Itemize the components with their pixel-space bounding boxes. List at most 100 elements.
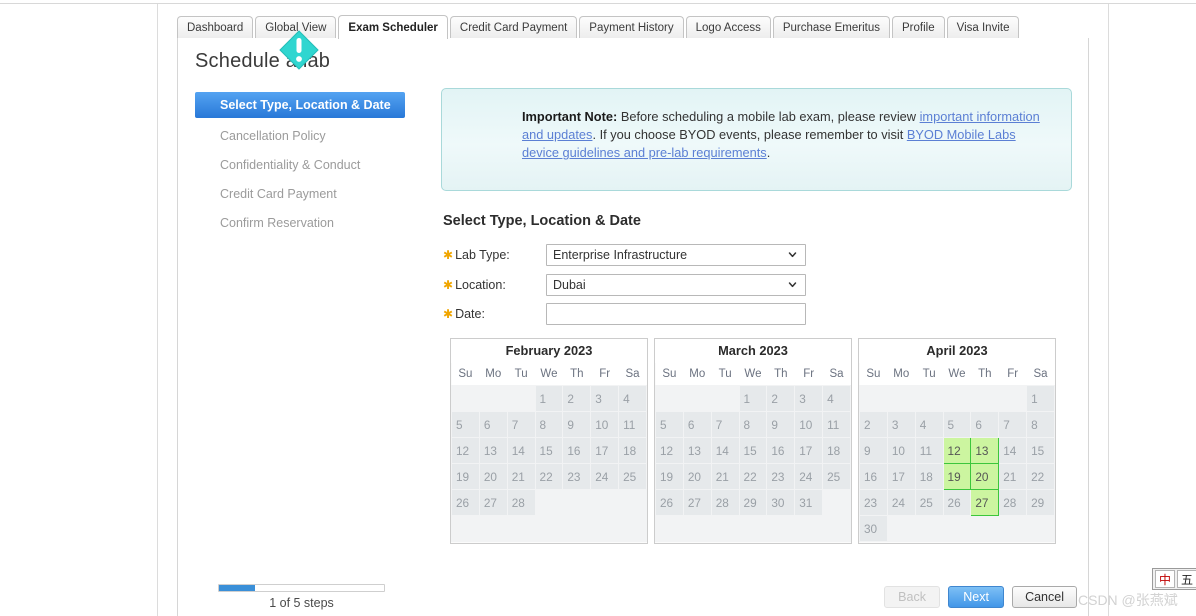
weekday-header: Tu [711,363,740,386]
calendar-day: 24 [886,489,916,516]
lab-type-select[interactable]: Enterprise Infrastructure [546,244,806,266]
weekday-header: We [943,363,971,386]
weekday-header: Fr [998,363,1027,386]
calendar-day-empty [914,515,944,542]
tab-visa-invite[interactable]: Visa Invite [946,16,1020,38]
calendar-day: 6 [970,411,1000,438]
calendar-day: 25 [914,489,944,516]
calendar-day-available[interactable]: 12 [942,437,972,464]
calendar-day: 7 [998,411,1028,438]
calendar-day-empty [534,515,564,542]
calendar-day: 1 [534,385,564,412]
calendar-day: 22 [1026,463,1055,490]
weekday-header: Fr [794,363,823,386]
weekday-header: Th [562,363,591,386]
calendar-day: 10 [886,437,916,464]
calendar-week-row: 26 27 28 29 30 31 [655,489,851,516]
calendar-day: 7 [506,411,536,438]
tab-purchase-emeritus[interactable]: Purchase Emeritus [772,16,891,38]
calendar-day-empty [682,515,712,542]
lab-type-row: ✱ Lab Type: [443,244,555,266]
calendar-day: 22 [534,463,564,490]
calendar-week-row: 26 27 28 [451,489,647,516]
calendar-day-empty [1026,515,1055,542]
calendar-month-0: February 2023 Su Mo Tu We Th Fr Sa 1 2 3 4 5 6 7 8 9 10 11… [450,338,648,544]
calendar-month-2: April 2023 Su Mo Tu We Th Fr Sa 1 2 3 4 5 6 7 8 9 10 11 12 1… [858,338,1056,544]
calendar-day: 16 [562,437,592,464]
weekday-header: Mo [887,363,916,386]
calendar-day-empty [478,385,508,412]
calendar-day: 12 [655,437,684,464]
calendar-day-available[interactable]: 13 [970,437,1000,464]
calendar-day: 28 [710,489,740,516]
step-item-2[interactable]: Confidentiality & Conduct [195,150,405,179]
back-button[interactable]: Back [884,586,941,608]
ime-toolbar[interactable]: 中 五 [1152,568,1196,590]
date-row: ✱ Date: [443,303,555,325]
tab-dashboard[interactable]: Dashboard [177,16,254,38]
calendar-day: 30 [766,489,796,516]
date-label: Date: [455,307,485,321]
calendar-day: 25 [618,463,647,490]
calendar-day-empty [766,515,796,542]
required-marker-date: ✱ [443,307,454,321]
calendar-day-empty [534,489,564,516]
cancel-button[interactable]: Cancel [1012,586,1077,608]
tab-exam-scheduler[interactable]: Exam Scheduler [338,15,448,39]
calendar-day-available[interactable]: 19 [942,463,972,490]
calendar-day-empty [618,489,647,516]
calendar-day: 16 [766,437,796,464]
weekday-header: Sa [1026,363,1055,386]
ime-input-method-cell[interactable]: 五 [1177,570,1196,588]
tab-credit-card-payment[interactable]: Credit Card Payment [449,16,578,38]
calendar-day: 15 [1026,437,1055,464]
calendar-week-row: 19 20 21 22 23 24 25 [655,463,851,490]
ime-mode-cell[interactable]: 中 [1155,570,1175,588]
weekday-header: Sa [618,363,647,386]
calendar-day: 6 [478,411,508,438]
calendar-day-empty [970,515,1000,542]
location-select[interactable]: Dubai [546,274,806,296]
calendar-title: March 2023 [655,339,851,363]
calendar-day: 1 [1026,385,1055,412]
calendar-day: 18 [914,463,944,490]
date-input[interactable] [546,303,806,325]
weekday-header: We [739,363,767,386]
calendar-day-empty [822,489,851,516]
tab-profile[interactable]: Profile [892,16,945,38]
calendar-day: 19 [451,463,480,490]
calendar-day: 25 [822,463,851,490]
calendar-day: 11 [822,411,851,438]
calendar-day: 8 [738,411,768,438]
tab-logo-access[interactable]: Logo Access [685,16,771,38]
calendar-day: 6 [682,411,712,438]
calendar-day: 20 [682,463,712,490]
step-item-3[interactable]: Credit Card Payment [195,179,405,208]
step-item-4[interactable]: Confirm Reservation [195,208,405,237]
calendar-week-row [451,515,647,542]
next-button[interactable]: Next [948,586,1005,608]
calendar-day-available[interactable]: 27 [970,489,1000,516]
step-item-0[interactable]: Select Type, Location & Date [195,92,405,118]
calendar-day-empty [859,385,888,412]
calendar-week-row: 16 17 18 19 20 21 22 [859,463,1055,490]
calendar-week-row: 23 24 25 26 27 28 29 [859,489,1055,516]
calendar-day: 24 [794,463,824,490]
step-item-1[interactable]: Cancellation Policy [195,121,405,150]
calendar-week-row: 30 [859,515,1055,542]
calendar-day: 11 [914,437,944,464]
calendar-day: 3 [794,385,824,412]
tab-payment-history[interactable]: Payment History [579,16,684,38]
calendar-week-row [655,515,851,542]
note-bold-prefix: Important Note: [522,109,618,124]
weekday-header: Su [655,363,684,386]
calendar-day: 4 [822,385,851,412]
calendar-day: 24 [590,463,620,490]
calendar-day-empty [942,515,972,542]
calendar-day-empty [942,385,972,412]
weekday-header: Th [970,363,999,386]
calendar-day-available[interactable]: 20 [970,463,1000,490]
app-screen: Dashboard Global View Exam Scheduler Credit… [0,0,1196,616]
calendar-day-empty [998,385,1028,412]
calendar-day: 2 [859,411,888,438]
